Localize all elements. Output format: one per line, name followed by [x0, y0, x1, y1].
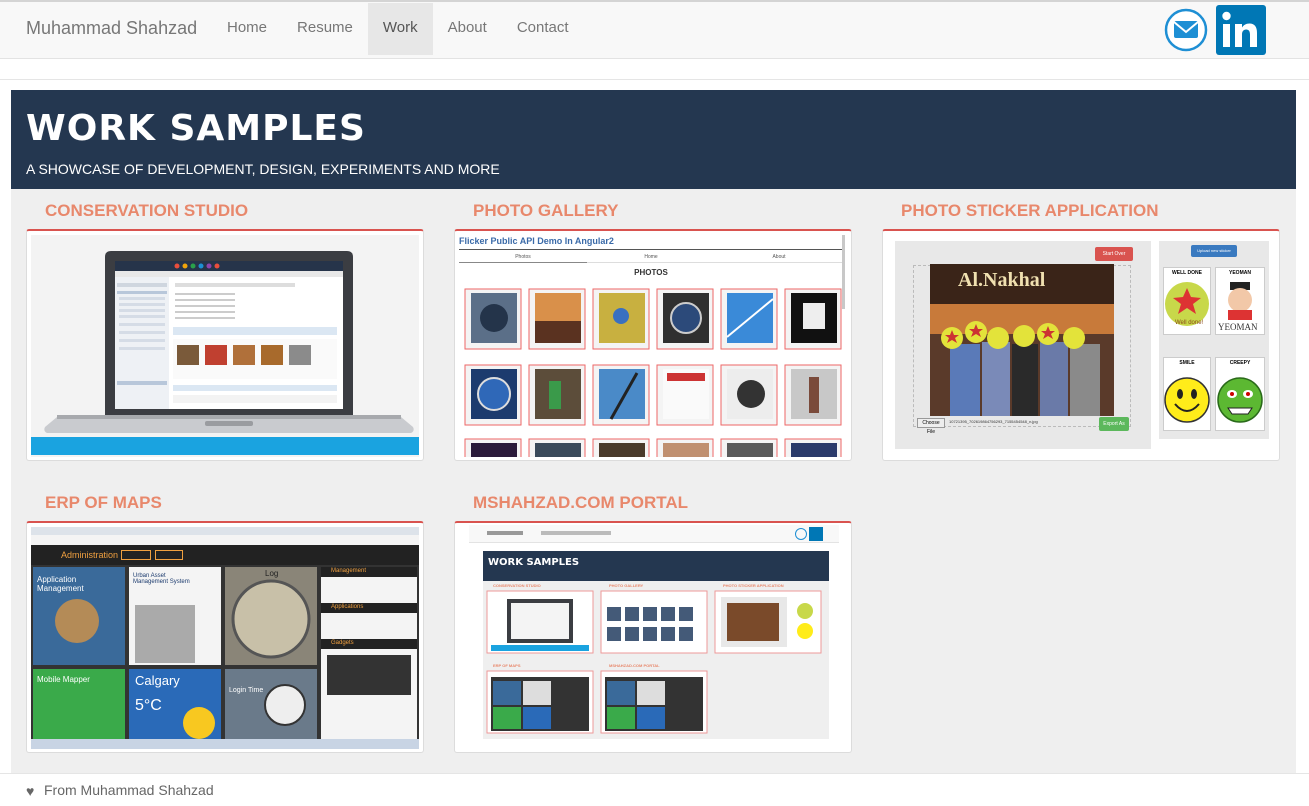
sticker-label: YEOMAN	[1229, 270, 1251, 276]
erp-tile-label: Log	[265, 569, 279, 578]
card-title[interactable]: MSHAHZAD.COM PORTAL	[473, 493, 688, 513]
card-title[interactable]: PHOTO GALLERY	[473, 201, 618, 221]
card-title[interactable]: CONSERVATION STUDIO	[45, 201, 248, 221]
sticker-label: SMILE	[1179, 360, 1195, 366]
erp-menu-label: Gadgets	[331, 640, 354, 646]
sticker-text: Well done!	[1175, 320, 1204, 326]
erp-tile-label: Application Management	[37, 575, 84, 593]
footer: ♥ From Muhammad Shahzad	[0, 773, 1309, 806]
gallery-app-title: Flicker Public API Demo In Angular2	[459, 236, 614, 246]
portal-mini-grid	[486, 590, 822, 734]
linkedin-icon[interactable]	[1216, 5, 1266, 55]
nav-home[interactable]: Home	[212, 3, 282, 55]
page-subtitle: A SHOWCASE OF DEVELOPMENT, DESIGN, EXPER…	[26, 161, 500, 177]
navbar: Muhammad Shahzad Home Resume Work About …	[0, 0, 1309, 59]
erp-tile-label: Mobile Mapper	[37, 675, 90, 684]
export-button: Export As	[1099, 417, 1129, 431]
smile-sticker	[1164, 377, 1210, 423]
erp-tile-label: Login Time	[229, 687, 264, 694]
erp-tile-label: 5°C	[135, 697, 162, 714]
gallery-tab-about: About	[715, 251, 843, 263]
erp-menu-label: Management	[331, 568, 367, 574]
file-name: 10721395_702619864756293_7155454548_n.jp…	[949, 419, 1038, 424]
brand-link[interactable]: Muhammad Shahzad	[26, 18, 197, 39]
erp-tile-label: Urban Asset Management System	[133, 573, 190, 585]
card-thumbnail[interactable]: Administration Application Management Ur…	[26, 521, 424, 753]
well-done-sticker: Well done!	[1165, 282, 1209, 326]
photo-sign-text: Al.Nakhal	[958, 269, 1046, 291]
gallery-tab-home: Home	[587, 251, 715, 263]
nav-resume[interactable]: Resume	[282, 3, 368, 55]
gallery-tab-photos: Photos	[459, 251, 587, 263]
nav-contact[interactable]: Contact	[502, 3, 584, 55]
work-grid: CONSERVATION STUDIO PHOTO GALLERY Flicke…	[11, 189, 1296, 773]
card-thumbnail[interactable]: Start Over Al.Nakhal Choose File 1072139…	[882, 229, 1280, 461]
laptop-screenshot	[31, 235, 419, 457]
card-thumbnail[interactable]: Flicker Public API Demo In Angular2 Phot…	[454, 229, 852, 461]
gallery-photo-grid	[464, 288, 842, 457]
sticker-photo: Al.Nakhal	[930, 264, 1114, 416]
sticker-label: CREEPY	[1229, 360, 1251, 366]
separator	[0, 79, 1309, 80]
card-thumbnail[interactable]: WORK SAMPLES CONSERVATION STUDIO PHOTO G…	[454, 521, 852, 753]
gallery-heading: PHOTOS	[634, 268, 668, 277]
nav-links: Home Resume Work About Contact	[212, 3, 584, 55]
erp-menu-label: Applications	[331, 604, 364, 610]
yeoman-sticker: YEOMAN	[1218, 282, 1258, 332]
choose-file-button: Choose File	[917, 418, 945, 435]
jumbotron: WORK SAMPLES A SHOWCASE OF DEVELOPMENT, …	[11, 90, 1296, 189]
nav-work[interactable]: Work	[367, 3, 433, 55]
erp-tile-label: Calgary	[135, 673, 180, 688]
sticker-text: YEOMAN	[1218, 322, 1258, 332]
card-thumbnail[interactable]	[26, 229, 424, 461]
page-title: WORK SAMPLES	[26, 108, 366, 149]
mail-icon[interactable]	[1164, 8, 1208, 52]
start-over-button: Start Over	[1095, 247, 1133, 261]
heart-icon: ♥	[26, 783, 35, 799]
erp-admin-title: Administration	[61, 550, 119, 560]
sticker-label: WELL DONE	[1172, 270, 1202, 276]
card-title[interactable]: PHOTO STICKER APPLICATION	[901, 201, 1159, 221]
portal-title: WORK SAMPLES	[488, 557, 580, 568]
footer-text: From Muhammad Shahzad	[44, 782, 214, 798]
upload-sticker-button: Upload new sticker	[1191, 245, 1237, 257]
creepy-sticker	[1217, 377, 1263, 423]
card-title[interactable]: ERP OF MAPS	[45, 493, 162, 513]
nav-about[interactable]: About	[433, 3, 502, 55]
